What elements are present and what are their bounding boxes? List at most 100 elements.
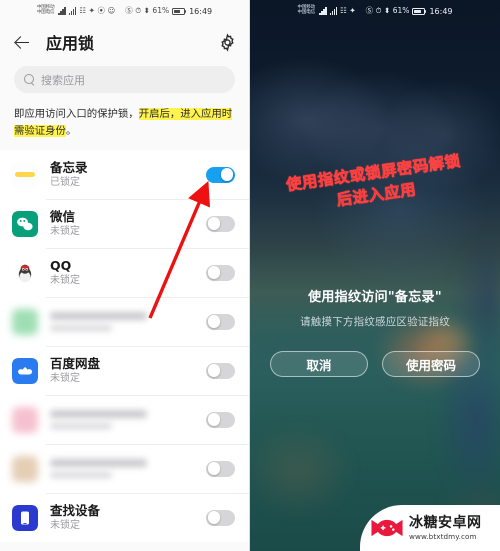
watermark-site-name: 冰糖安卓网 xyxy=(409,515,482,532)
battery-percent-label: 61% xyxy=(152,6,170,16)
app-lock-toggle[interactable] xyxy=(206,509,235,526)
baidu-netdisk-icon xyxy=(12,357,38,384)
signal-bars-icon-2 xyxy=(68,7,77,15)
status-bar-right: 中国移动 中国电信 ☷ ✦ Ⓢ ⏱ ⬍ 61% 16:49 xyxy=(250,0,500,22)
app-lock-toggle[interactable] xyxy=(206,362,235,379)
app-name: 备忘录 xyxy=(50,159,88,175)
app-state-placeholder xyxy=(50,472,113,479)
bluetooth-icon: ⬍ xyxy=(143,6,150,16)
back-arrow-icon[interactable] xyxy=(12,32,32,52)
site-watermark: 冰糖安卓网 www.btxtdmy.com xyxy=(360,505,500,551)
battery-percent-label-right: 61% xyxy=(392,6,410,16)
app-row-text: 备忘录 已锁定 xyxy=(50,160,206,190)
fingerprint-dialog: 使用指纹访问"备忘录" 请触摸下方指纹感应区验证指纹 取消 使用密码 xyxy=(250,286,500,377)
search-input[interactable]: 搜索应用 xyxy=(14,66,235,93)
use-password-button[interactable]: 使用密码 xyxy=(382,351,480,377)
notepad-icon xyxy=(12,161,38,188)
battery-icon xyxy=(171,7,187,15)
toggle-knob xyxy=(220,168,234,181)
dialog-buttons: 取消 使用密码 xyxy=(250,351,500,377)
page-title: 应用锁 xyxy=(46,34,95,53)
mute-icon: Ⓢ xyxy=(125,6,133,16)
status-bar-left: 中国移动 中国电信 ☷ ✦ ⦿ ☺ Ⓢ ⏱ ⬍ 61% 16:49 xyxy=(0,0,249,22)
app-row-text: 百度网盘 未锁定 xyxy=(50,356,206,386)
wifi-icon-right: ☷ xyxy=(340,6,347,16)
carrier-labels: 中国移动 中国电信 xyxy=(36,5,55,16)
app-lock-list: 备忘录 已锁定 微信 未锁定 QQ 未锁定 百度网盘 未锁定 查找设备 未锁定 xyxy=(0,150,249,543)
bluetooth-icon-right: ⬍ xyxy=(383,6,391,16)
app-row-text xyxy=(50,459,206,479)
app-row[interactable]: 微信 未锁定 xyxy=(0,199,249,249)
signal-bars-icon-1 xyxy=(58,7,66,15)
app-row-text: 微信 未锁定 xyxy=(50,209,206,239)
wifi-icon: ☷ xyxy=(79,6,87,16)
app-lock-state: 未锁定 xyxy=(50,226,80,238)
app-lock-state: 未锁定 xyxy=(50,275,80,287)
status-icons-right-group-2: Ⓢ ⏱ ⬍ 61% 16:49 xyxy=(366,7,453,16)
app-lock-state: 未锁定 xyxy=(50,520,80,532)
dialog-title: 使用指纹访问"备忘录" xyxy=(308,290,442,305)
app-lock-toggle[interactable] xyxy=(206,166,235,183)
app-row[interactable]: 查找设备 未锁定 xyxy=(0,493,249,543)
app-name-placeholder xyxy=(50,312,147,321)
app-row-text: QQ 未锁定 xyxy=(50,258,206,288)
watermark-text: 冰糖安卓网 www.btxtdmy.com xyxy=(409,516,482,540)
toggle-knob xyxy=(207,462,221,475)
hidden-app-icon xyxy=(12,308,38,335)
description-plain: 即应用访问入口的保护锁， xyxy=(14,108,139,120)
toggle-knob xyxy=(207,413,221,426)
hidden-app-icon xyxy=(12,406,38,433)
search-placeholder: 搜索应用 xyxy=(41,73,85,87)
qq-icon xyxy=(12,260,38,286)
user-icon: ☺ xyxy=(107,6,116,16)
watermark-url: www.btxtdmy.com xyxy=(409,531,477,541)
app-row-hidden[interactable] xyxy=(0,395,249,445)
find-device-icon xyxy=(12,504,38,531)
app-row[interactable]: 备忘录 已锁定 xyxy=(0,150,249,200)
app-lock-toggle[interactable] xyxy=(206,215,235,232)
toggle-knob xyxy=(207,217,221,230)
right-phone-screen: 中国移动 中国电信 ☷ ✦ Ⓢ ⏱ ⬍ 61% 16:49 使用指纹或锁屏密码解… xyxy=(250,0,500,551)
mute-icon-right: Ⓢ xyxy=(365,6,374,16)
app-lock-toggle[interactable] xyxy=(206,411,235,428)
signal-bars-icon-2-right xyxy=(329,7,338,15)
shield-icon-right: ✦ xyxy=(349,6,356,16)
status-icons-left: ☷ ✦ ⦿ ☺ xyxy=(58,7,115,15)
wallpaper-blur-overlay xyxy=(250,0,500,551)
signal-bars-icon-1-right xyxy=(319,7,327,15)
clock-label-right: 16:49 xyxy=(429,6,453,16)
app-lock-toggle[interactable] xyxy=(206,313,235,330)
app-name: 微信 xyxy=(50,208,76,224)
carrier-labels-right: 中国移动 中国电信 xyxy=(298,5,316,16)
left-phone-screen: 中国移动 中国电信 ☷ ✦ ⦿ ☺ Ⓢ ⏱ ⬍ 61% 16:49 应用锁 搜索… xyxy=(0,0,250,551)
app-name-placeholder xyxy=(50,459,147,468)
toggle-knob xyxy=(207,266,221,279)
cancel-button[interactable]: 取消 xyxy=(270,351,368,377)
app-name: 查找设备 xyxy=(50,502,101,518)
app-state-placeholder xyxy=(50,325,113,332)
wechat-icon xyxy=(12,210,38,237)
app-row[interactable]: QQ 未锁定 xyxy=(0,248,249,298)
app-lock-state: 未锁定 xyxy=(50,373,80,385)
app-row-hidden[interactable] xyxy=(0,297,249,347)
dialog-subtitle: 请触摸下方指纹感应区验证指纹 xyxy=(300,316,450,328)
clock-label: 16:49 xyxy=(189,6,213,16)
shield-icon: ✦ xyxy=(88,6,95,16)
dual-screenshot-container: 中国移动 中国电信 ☷ ✦ ⦿ ☺ Ⓢ ⏱ ⬍ 61% 16:49 应用锁 搜索… xyxy=(0,0,500,551)
app-row-text xyxy=(50,312,206,332)
app-lock-toggle[interactable] xyxy=(206,264,235,281)
app-row-text: 查找设备 未锁定 xyxy=(50,503,206,533)
app-lock-toggle[interactable] xyxy=(206,460,235,477)
app-row-hidden[interactable] xyxy=(0,444,249,494)
app-name-placeholder xyxy=(50,410,147,419)
gear-icon[interactable] xyxy=(218,32,237,52)
app-lock-state: 已锁定 xyxy=(50,177,80,189)
battery-icon-right xyxy=(411,7,427,15)
carrier-line-2: 中国电信 xyxy=(36,10,55,15)
app-row[interactable]: 百度网盘 未锁定 xyxy=(0,346,249,396)
toggle-knob xyxy=(207,315,221,328)
alarm-icon-right: ⏱ xyxy=(375,6,382,16)
hidden-app-icon xyxy=(12,455,38,482)
toggle-knob xyxy=(207,364,221,377)
candy-gamepad-logo xyxy=(371,519,403,537)
